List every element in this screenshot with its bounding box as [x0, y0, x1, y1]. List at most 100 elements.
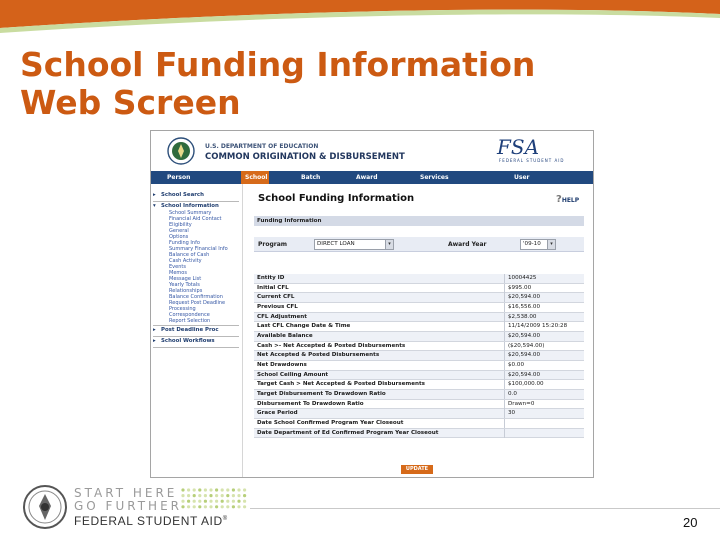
table-row: Target Cash > Net Accepted & Posted Disb… — [254, 380, 584, 390]
sidebar-item-post-deadline-proc[interactable]: ▸ Post Deadline Proc — [153, 327, 219, 333]
logo-dot — [181, 488, 185, 492]
field-label: Net Drawdowns — [257, 361, 307, 368]
field-label: Current CFL — [257, 294, 295, 301]
logo-dot-pattern — [181, 488, 247, 509]
sidebar-link-report-selection[interactable]: Report Selection — [169, 318, 210, 324]
logo-dot — [237, 488, 241, 492]
field-value: 10004425 — [504, 274, 536, 283]
chevron-down-icon: ▾ — [547, 240, 555, 249]
footer-divider — [250, 508, 720, 509]
logo-dot — [220, 488, 224, 492]
logo-dot — [237, 505, 241, 509]
logo-dot — [226, 488, 230, 492]
table-row: Available Balance $20,594.00 — [254, 331, 584, 342]
field-value: $20,594.00 — [504, 293, 540, 303]
field-label: Target Disbursement To Drawdown Ratio — [257, 390, 386, 397]
logo-dot — [181, 499, 185, 503]
logo-dot — [231, 488, 235, 492]
logo-dot — [198, 505, 202, 509]
logo-dot — [198, 499, 202, 503]
logo-dot — [209, 499, 213, 503]
program-select[interactable]: DIRECT LOAN ▾ — [314, 239, 394, 250]
sidebar-item-school-information[interactable]: ▾ School Information — [153, 203, 219, 209]
logo-dot — [231, 499, 235, 503]
logo-dot — [220, 494, 224, 498]
logo-dot — [237, 499, 241, 503]
logo-tagline-start: START HERE — [74, 486, 178, 500]
table-row: Grace Period 30 — [254, 409, 584, 419]
field-label: CFL Adjustment — [257, 313, 307, 320]
table-row: Target Disbursement To Drawdown Ratio 0.0 — [254, 389, 584, 400]
sidebar: ▸ School Search ▾ School Information Schoo… — [151, 184, 243, 477]
field-value: Drawn=0 — [504, 399, 534, 409]
sidebar-item-school-workflows[interactable]: ▸ School Workflows — [153, 338, 215, 344]
sidebar-divider — [153, 201, 239, 202]
logo-agency-text: FEDERAL STUDENT AID — [74, 514, 223, 528]
product-name: COMMON ORIGINATION & DISBURSEMENT — [205, 152, 405, 162]
table-row: School Ceiling Amount $20,594.00 — [254, 370, 584, 381]
table-row: Entity ID 10004425 — [254, 274, 584, 284]
table-row: Net Accepted & Posted Disbursements $20,5… — [254, 351, 584, 361]
table-row: CFL Adjustment $2,538.00 — [254, 312, 584, 323]
help-label: HELP — [561, 197, 580, 204]
logo-dot — [198, 494, 202, 498]
award-year-select-value: '09-10 — [523, 241, 541, 247]
sidebar-item-school-search[interactable]: ▸ School Search — [153, 192, 204, 198]
logo-dot — [220, 505, 224, 509]
sidebar-label: School Workflows — [161, 338, 215, 344]
logo-dot — [209, 494, 213, 498]
logo-dot — [198, 488, 202, 492]
nav-award[interactable]: Award — [340, 171, 414, 184]
award-year-select[interactable]: '09-10 ▾ — [520, 239, 556, 250]
fsa-logo-letters: FSA — [497, 135, 540, 159]
table-row: Last CFL Change Date & Time 11/14/2009 15… — [254, 322, 584, 332]
nav-batch[interactable]: Batch — [269, 171, 340, 184]
update-button[interactable]: UPDATE — [401, 465, 433, 474]
logo-dot — [203, 505, 207, 509]
logo-dot — [215, 494, 219, 498]
logo-dot — [192, 494, 196, 498]
help-link[interactable]: ?HELP — [556, 194, 579, 205]
nav-services[interactable]: Services — [414, 171, 502, 184]
expand-arrow-icon: ▸ — [153, 192, 156, 198]
nav-person[interactable]: Person — [151, 171, 241, 184]
field-value: 0.0 — [504, 389, 517, 399]
program-select-value: DIRECT LOAN — [317, 241, 355, 247]
logo-dot — [243, 494, 247, 498]
logo-dot — [215, 505, 219, 509]
logo-dot — [187, 488, 191, 492]
logo-dot — [226, 499, 230, 503]
logo-dot — [192, 499, 196, 503]
field-value — [504, 418, 508, 428]
nav-user[interactable]: User — [502, 171, 562, 184]
main-content: School Funding Information ?HELP Funding… — [244, 184, 593, 477]
sidebar-label: School Search — [161, 192, 204, 198]
award-year-label: Award Year — [448, 241, 487, 248]
chevron-down-icon: ▾ — [385, 240, 393, 249]
table-row: Net Drawdowns $0.00 — [254, 360, 584, 371]
field-value: ($20,594.00) — [504, 341, 544, 351]
table-row: Current CFL $20,594.00 — [254, 293, 584, 303]
field-label: Available Balance — [257, 332, 313, 339]
table-row: Initial CFL $995.00 — [254, 283, 584, 294]
logo-dot — [237, 494, 241, 498]
fsa-logo-subtitle: FEDERAL STUDENT AID — [499, 158, 565, 163]
logo-dot — [187, 499, 191, 503]
sidebar-label: Post Deadline Proc — [161, 327, 219, 333]
nav-school[interactable]: School — [241, 171, 269, 184]
logo-dot — [231, 505, 235, 509]
logo-dot — [209, 505, 213, 509]
logo-dot — [187, 505, 191, 509]
table-row: Previous CFL $16,556.00 — [254, 302, 584, 313]
field-label: Entity ID — [257, 275, 285, 281]
department-seal-icon — [23, 485, 67, 529]
funding-table: Entity ID 10004425 Initial CFL $995.00 Curre… — [254, 274, 584, 439]
field-label: Net Accepted & Posted Disbursements — [257, 352, 380, 359]
program-label: Program — [258, 241, 288, 248]
table-row: Disbursement To Drawdown Ratio Drawn=0 — [254, 399, 584, 410]
logo-agency-name: FEDERAL STUDENT AID® — [74, 514, 228, 528]
logo-dot — [209, 488, 213, 492]
field-label: Date School Confirmed Program Year Close… — [257, 419, 404, 426]
field-value: $20,594.00 — [504, 370, 540, 380]
field-label: Date Department of Ed Confirmed Program … — [257, 429, 439, 436]
